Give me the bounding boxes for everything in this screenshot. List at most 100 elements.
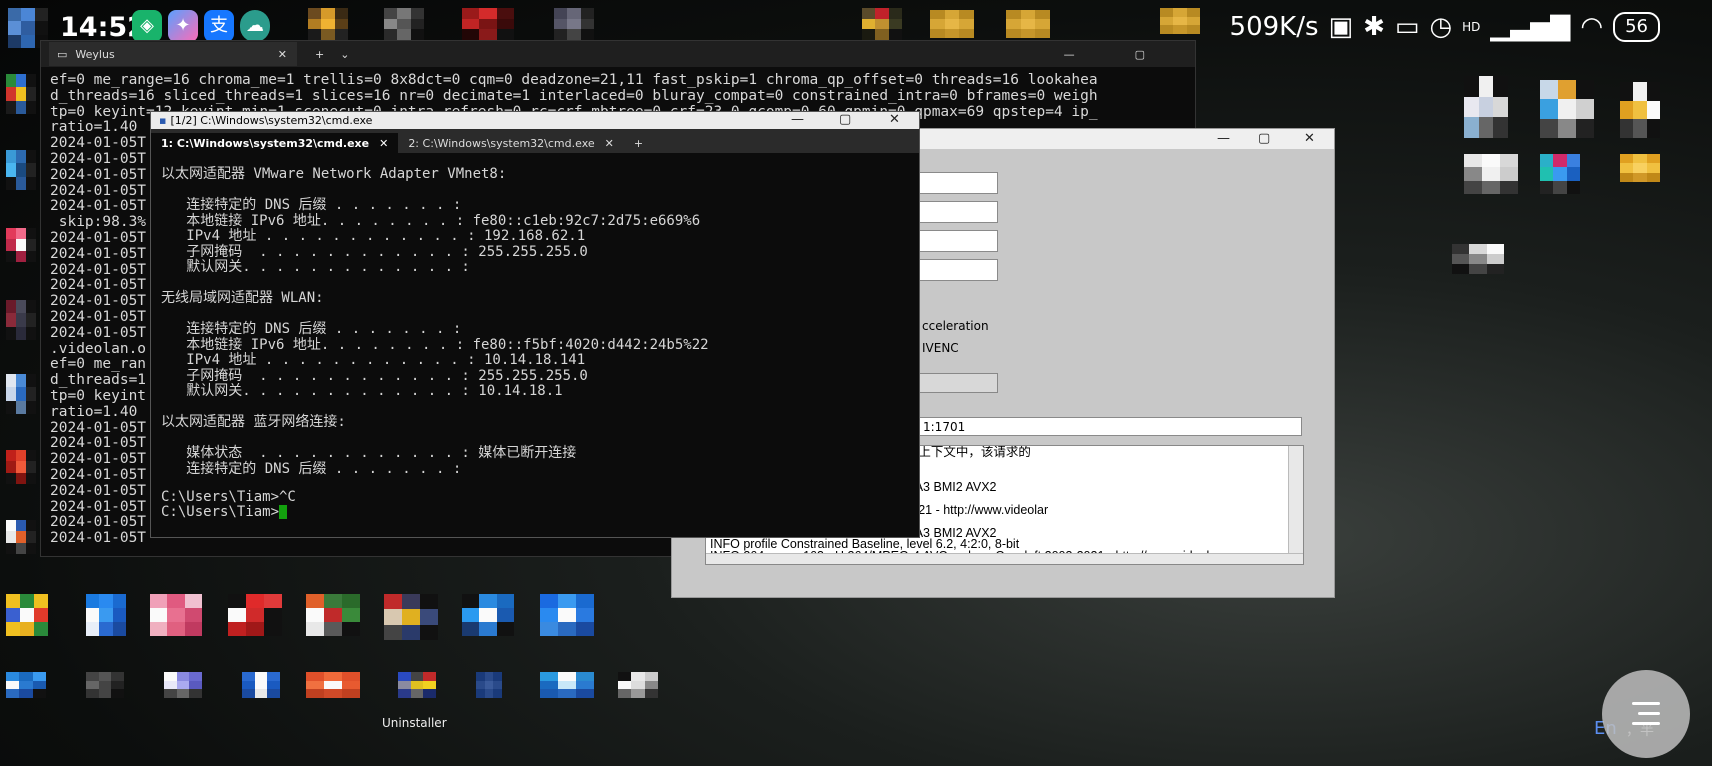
text-field[interactable] <box>916 230 998 252</box>
desktop-icon-mosaic[interactable] <box>1464 154 1518 194</box>
terminal-line: 2024-01-05T <box>50 151 147 167</box>
terminal-line: 2024-01-05T <box>50 498 147 515</box>
terminal-line: 2024-01-05T <box>50 261 147 278</box>
cmd-titlebar[interactable]: ▪ [1/2] C:\Windows\system32\cmd.exe — ▢ … <box>151 112 919 129</box>
desktop-icon-mosaic[interactable] <box>6 450 36 484</box>
desktop-icon-mosaic[interactable] <box>476 672 502 698</box>
tab-cmd-1-label: 1: C:\Windows\system32\cmd.exe <box>161 136 370 150</box>
folder-icon[interactable] <box>930 10 974 38</box>
uninstaller-icon[interactable] <box>398 672 436 698</box>
hw-acceleration-checkbox-label[interactable]: cceleration <box>922 319 989 333</box>
desktop-icon-mosaic[interactable] <box>462 8 514 40</box>
floating-menu-button[interactable] <box>1602 670 1690 758</box>
new-tab-button[interactable]: + <box>315 48 324 61</box>
terminal-line: 2024-01-05T <box>50 135 147 152</box>
desktop-icon-mosaic[interactable] <box>554 8 594 40</box>
desktop-icon-mosaic[interactable] <box>1452 244 1504 274</box>
text-field[interactable] <box>916 172 998 194</box>
new-tab-button[interactable]: + <box>624 133 653 153</box>
log-scrollbar-vertical[interactable] <box>1288 446 1303 564</box>
maximize-icon[interactable]: ▢ <box>839 112 851 127</box>
status-right-cluster: 509K/s ▣ ✱ ▭ ◷ HD ▁▃▅▇ ◠ 56 <box>1230 12 1660 42</box>
desktop-icon-mosaic[interactable] <box>150 594 202 636</box>
address-field[interactable]: 1:1701 <box>916 417 1302 436</box>
desktop-icon-mosaic[interactable] <box>6 300 36 340</box>
desktop-icon-mosaic[interactable] <box>6 374 36 414</box>
desktop-icon-mosaic[interactable] <box>242 672 280 698</box>
minimize-icon[interactable]: — <box>1064 48 1075 61</box>
cmd-line: 无线局域网适配器 WLAN: <box>161 290 324 306</box>
tab-weylus-label: Weylus <box>75 47 115 61</box>
desktop-icon-mosaic[interactable] <box>6 672 46 698</box>
cmd-line: 默认网关. . . . . . . . . . . . . : 10.14.18… <box>161 383 563 399</box>
terminal-line: ef=0 me_range=16 chroma_me=1 trellis=0 8… <box>50 72 1098 88</box>
maximize-icon[interactable]: ▢ <box>1135 48 1145 61</box>
cmd-line: C:\Users\Tiam> <box>161 504 288 520</box>
terminal-icon: ▭ <box>57 47 68 61</box>
desktop-icon-mosaic[interactable] <box>228 594 282 636</box>
cmd-title: [1/2] C:\Windows\system32\cmd.exe <box>170 114 373 127</box>
desktop-icon-mosaic[interactable] <box>462 594 514 636</box>
wifi-icon: ◠ <box>1580 12 1604 42</box>
terminal-line: ratio=1.40 <box>50 119 138 136</box>
close-icon[interactable]: ✕ <box>889 112 900 127</box>
log-scrollbar-horizontal[interactable] <box>706 553 1303 564</box>
desktop-icon-mosaic[interactable] <box>1540 154 1580 194</box>
chat-bird-icon: ☁ <box>240 10 270 42</box>
back-window-titlebar[interactable]: ▭ Weylus ✕ + ⌄ — ▢ <box>41 41 1195 67</box>
uninstaller-label: Uninstaller <box>382 716 447 730</box>
close-icon[interactable]: ✕ <box>1304 131 1315 146</box>
desktop-icon-mosaic[interactable] <box>6 520 36 554</box>
desktop-icon-mosaic[interactable] <box>308 8 348 40</box>
folder-icon[interactable] <box>1620 154 1660 182</box>
desktop-icon-mosaic[interactable] <box>306 594 360 636</box>
terminal-line: 2024-01-05T <box>50 309 147 325</box>
terminal-line: 2024-01-05T <box>50 514 147 531</box>
desktop-icon-mosaic[interactable] <box>6 74 36 114</box>
net-speed: 509K/s <box>1229 12 1319 42</box>
close-icon[interactable]: ✕ <box>278 48 287 61</box>
desktop-icon-mosaic[interactable] <box>6 594 48 636</box>
start-button[interactable] <box>916 373 998 393</box>
desktop-icon-mosaic[interactable] <box>384 8 424 40</box>
desktop-icon-mosaic[interactable] <box>86 672 124 698</box>
nvenc-checkbox-label[interactable]: IVENC <box>922 341 959 355</box>
desktop-icon-mosaic[interactable] <box>86 594 126 636</box>
desktop-icon-mosaic[interactable] <box>6 228 36 262</box>
close-icon[interactable]: ✕ <box>379 137 388 150</box>
shield-app-icon: ◈ <box>132 10 162 42</box>
maximize-icon[interactable]: ▢ <box>1258 131 1270 146</box>
vibrate-icon: ▭ <box>1394 12 1420 42</box>
desktop-icon-mosaic[interactable] <box>164 672 202 698</box>
desktop-icon-mosaic[interactable] <box>1540 80 1594 138</box>
desktop-icon-mosaic[interactable] <box>618 672 658 698</box>
tab-cmd-2[interactable]: 2: C:\Windows\system32\cmd.exe ✕ <box>398 133 624 153</box>
cmd-window[interactable]: ▪ [1/2] C:\Windows\system32\cmd.exe — ▢ … <box>150 111 920 538</box>
desktop-icon-mosaic[interactable] <box>6 150 36 190</box>
desktop-icon-mosaic[interactable] <box>306 672 360 698</box>
desktop-icon-mosaic[interactable] <box>1620 82 1660 138</box>
terminal-line: 2024-01-05T <box>50 530 147 547</box>
minimize-icon[interactable]: — <box>791 112 804 127</box>
tab-cmd-1[interactable]: 1: C:\Windows\system32\cmd.exe ✕ <box>151 133 399 153</box>
menu-icon-line <box>1638 712 1660 715</box>
terminal-line: 2024-01-05T <box>50 419 147 436</box>
text-field[interactable] <box>916 201 998 223</box>
cmd-icon: ▪ <box>159 114 167 127</box>
desktop-icon-mosaic[interactable] <box>540 594 594 636</box>
terminal-line: 2024-01-05T <box>50 277 147 294</box>
alarm-icon: ◷ <box>1429 12 1453 42</box>
desktop-icon-mosaic[interactable] <box>1464 76 1508 138</box>
close-icon[interactable]: ✕ <box>605 137 614 150</box>
terminal-line: 2024-01-05T <box>50 293 147 310</box>
text-field[interactable] <box>916 259 998 281</box>
folder-icon[interactable] <box>1160 8 1200 34</box>
terminal-line: ef=0 me_ran <box>50 356 147 373</box>
desktop-icon-mosaic[interactable] <box>862 8 902 40</box>
tab-weylus[interactable]: ▭ Weylus ✕ <box>49 42 297 66</box>
tab-dropdown-button[interactable]: ⌄ <box>340 48 349 61</box>
desktop-icon-mosaic[interactable] <box>540 672 594 698</box>
folder-icon[interactable] <box>1006 10 1050 38</box>
desktop-icon-mosaic[interactable] <box>384 594 438 640</box>
minimize-icon[interactable]: — <box>1217 131 1230 146</box>
